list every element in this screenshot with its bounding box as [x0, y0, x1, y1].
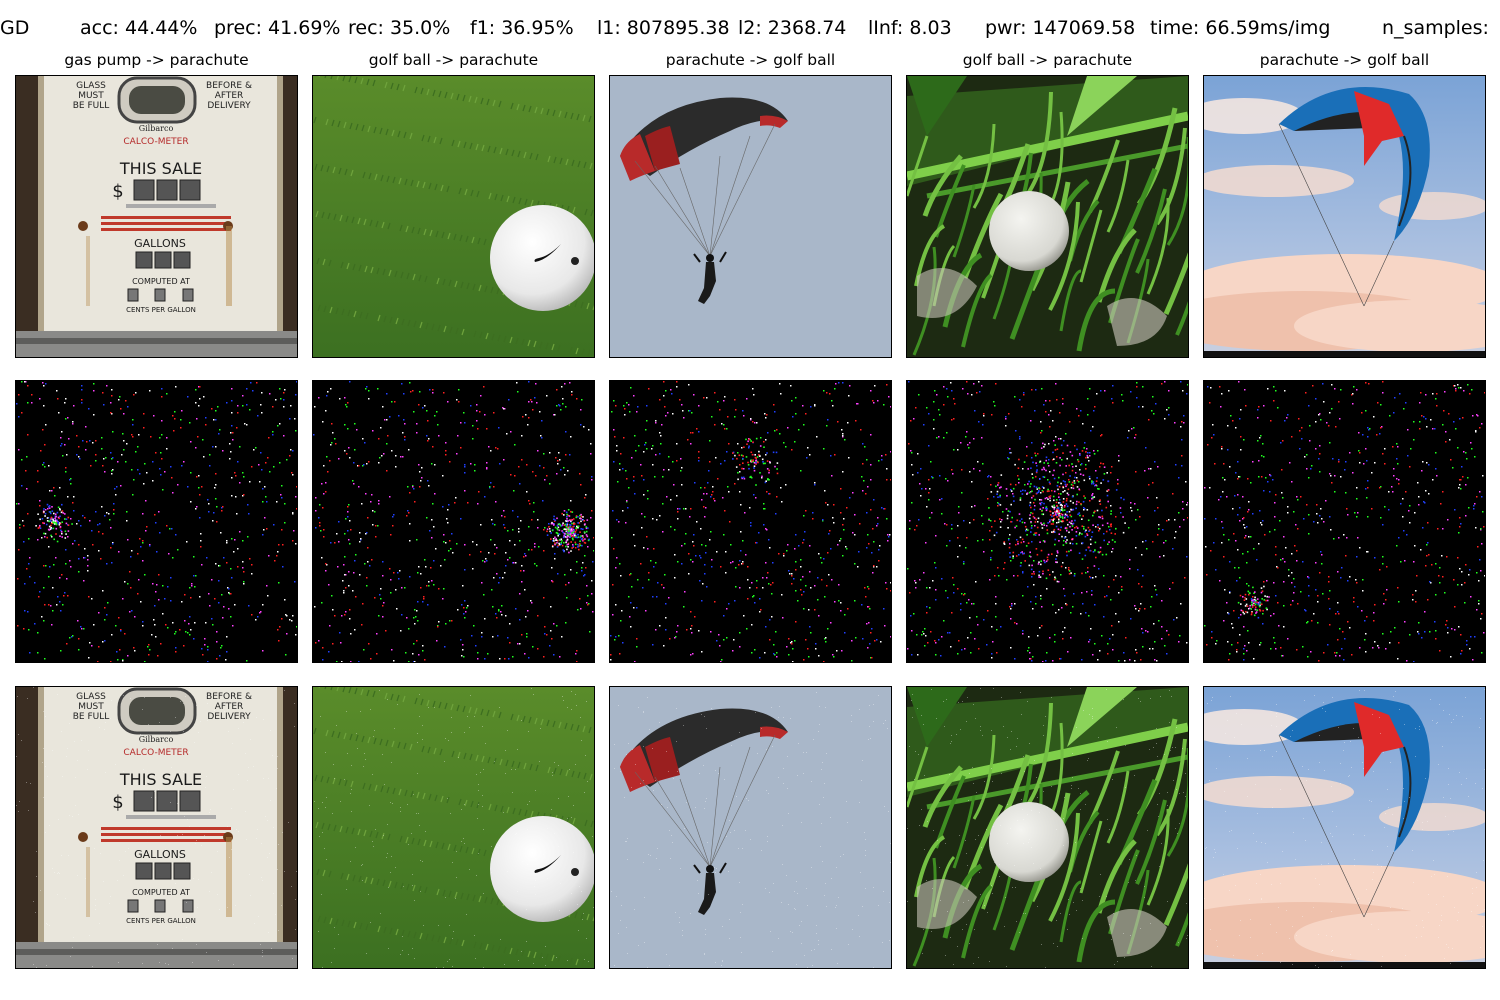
f1-metric: f1: 36.95%	[470, 17, 574, 39]
precision-metric: prec: 41.69%	[214, 17, 341, 39]
svg-text:DELIVERY: DELIVERY	[207, 101, 251, 111]
adversarial-image-svg	[1204, 687, 1485, 968]
column-title-4: golf ball -> parachute	[962, 51, 1133, 69]
perturbation-image-svg	[16, 381, 297, 662]
svg-text:BEFORE &: BEFORE &	[206, 81, 252, 91]
original-image-svg	[907, 76, 1188, 357]
original-image-gas-pump: GLASS MUST BE FULL BEFORE & AFTER DELIVERY Gi…	[15, 75, 298, 358]
adversarial-image-golf-ball-on-grass	[312, 686, 595, 969]
adversarial-image-svg: GLASSMUSTBE FULLBEFORE &AFTERDELIVERY Gi…	[16, 687, 297, 968]
column-title-2: golf ball -> parachute	[368, 51, 539, 69]
perturbation-image-golf-ball-on-grass	[312, 380, 595, 663]
perturbation-image-golf-ball-in-weeds	[906, 380, 1189, 663]
time-metric: time: 66.59ms/img	[1150, 17, 1331, 39]
svg-text:BE FULL: BE FULL	[73, 101, 110, 111]
svg-text:Gilbarco: Gilbarco	[139, 124, 174, 133]
column-title-3: parachute -> golf ball	[665, 51, 836, 69]
adversarial-image-golf-ball-in-weeds	[906, 686, 1189, 969]
original-image-kite-parachute	[1203, 75, 1486, 358]
l2-metric: l2: 2368.74	[738, 17, 847, 39]
adversarial-image-svg	[907, 687, 1188, 968]
svg-text:CALCO-METER: CALCO-METER	[123, 137, 188, 147]
svg-text:GLASS: GLASS	[76, 81, 106, 91]
perturbation-image-svg	[610, 381, 891, 662]
perturbation-image-svg	[1204, 381, 1485, 662]
original-image-golf-ball-in-weeds	[906, 75, 1189, 358]
original-image-golf-ball-on-grass	[312, 75, 595, 358]
adversarial-image-gas-pump: GLASS MUST BE FULL BEFORE & AFTER DELIVERY Gi…	[15, 686, 298, 969]
column-title-5: parachute -> golf ball	[1259, 51, 1430, 69]
svg-text:GALLONS: GALLONS	[134, 237, 186, 250]
l1-metric: l1: 807895.38	[597, 17, 730, 39]
original-image-svg	[610, 76, 891, 357]
perturbation-image-svg	[313, 381, 594, 662]
adversarial-image-svg	[610, 687, 891, 968]
svg-text:THIS SALE: THIS SALE	[119, 159, 202, 178]
linf-metric: lInf: 8.03	[868, 17, 952, 39]
accuracy-metric: acc: 44.44%	[80, 17, 198, 39]
original-image-parachute	[609, 75, 892, 358]
svg-text:AFTER: AFTER	[215, 91, 244, 101]
perturbation-image-gas-pump	[15, 380, 298, 663]
adversarial-image-kite-parachute	[1203, 686, 1486, 969]
adversarial-image-parachute	[609, 686, 892, 969]
svg-text:MUST: MUST	[78, 91, 104, 101]
svg-text:CENTS PER GALLON: CENTS PER GALLON	[126, 306, 196, 314]
svg-text:$: $	[112, 181, 123, 202]
original-image-svg	[1204, 76, 1485, 357]
original-image-svg	[313, 76, 594, 357]
method-label: GD	[0, 17, 30, 39]
original-image-svg: GLASSMUSTBE FULL BEFORE &AFTERDELIVERY Gi…	[16, 76, 297, 357]
power-metric: pwr: 147069.58	[985, 17, 1136, 39]
column-title-1: gas pump -> parachute	[64, 51, 249, 69]
perturbation-image-kite-parachute	[1203, 380, 1486, 663]
adversarial-image-svg	[313, 687, 594, 968]
n-samples-metric: n_samples:	[1382, 17, 1489, 39]
recall-metric: rec: 35.0%	[348, 17, 451, 39]
metrics-header: GD acc: 44.44% prec: 41.69% rec: 35.0% f…	[0, 16, 1500, 40]
perturbation-image-parachute	[609, 380, 892, 663]
svg-text:COMPUTED AT: COMPUTED AT	[132, 277, 190, 286]
perturbation-image-svg	[907, 381, 1188, 662]
